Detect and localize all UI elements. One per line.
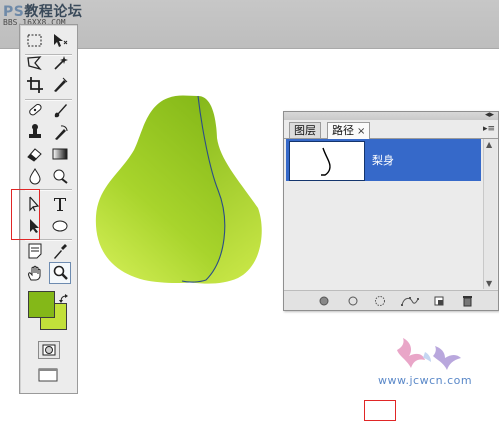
site-watermark: www.jcwcn.com [378,374,473,387]
gradient-tool[interactable] [49,143,71,165]
new-path-icon [434,296,443,305]
panel-collapse-icon[interactable]: ◂▸ [485,110,494,120]
screen-mode-icon [38,368,58,382]
eraser-tool[interactable] [24,143,46,165]
zoom-tool[interactable] [49,262,71,284]
quick-mask-button[interactable] [38,341,60,359]
tab-paths[interactable]: 路径 × [327,122,371,139]
path-thumbnail [289,141,365,181]
path-name: 梨身 [372,154,394,167]
scroll-down-icon[interactable]: ▼ [486,279,492,288]
brush-tool[interactable] [49,99,71,121]
panel-bottom-bar [284,290,498,310]
path-thumbnail-shape [321,147,331,176]
clone-stamp-tool[interactable] [24,121,46,143]
birds-watermark-graphic [397,338,461,370]
path-row[interactable]: 梨身 [286,139,481,181]
fill-path-icon [319,296,328,305]
pear-artwork [95,95,262,284]
highlight-load-selection-button [364,400,396,421]
delete-path-button[interactable] [459,293,474,308]
new-path-button[interactable] [431,293,446,308]
panel-tabs: 图层 路径 × [284,120,498,139]
make-work-path-icon [401,296,419,306]
panel-scrollbar[interactable]: ▲ ▼ [483,139,497,289]
panel-header: ◂▸ [284,110,498,120]
slice-tool[interactable] [49,74,71,96]
panel-menu-icon[interactable]: ▸≡ [483,124,495,134]
scroll-up-icon[interactable]: ▲ [486,140,492,149]
history-brush-tool[interactable] [49,121,71,143]
stroke-path-button[interactable] [345,293,360,308]
rectangular-marquee-tool[interactable] [24,30,46,52]
quick-mask-icon [42,344,56,356]
screen-mode-button[interactable] [38,367,60,383]
blur-tool[interactable] [24,165,46,187]
paths-panel: ◂▸ 图层 路径 × ▸≡ 梨身 ▲ ▼ [283,110,499,421]
dodge-tool[interactable] [49,165,71,187]
highlight-path-tools [11,189,40,240]
make-work-path-button[interactable] [400,293,420,308]
tab-layers-label: 图层 [294,124,316,137]
type-tool[interactable] [49,193,71,215]
fill-path-button[interactable] [316,293,331,308]
foreground-color-swatch[interactable] [28,291,55,318]
tab-paths-label: 路径 [332,124,354,137]
trash-icon [462,295,472,306]
move-tool[interactable] [49,30,71,52]
tab-close-icon[interactable]: × [357,126,365,137]
load-selection-icon [374,295,385,306]
hand-tool[interactable] [24,262,46,284]
magic-wand-tool[interactable] [49,52,71,74]
load-path-as-selection-button[interactable] [372,293,387,308]
stroke-path-icon [348,296,357,305]
lasso-tool[interactable] [24,52,46,74]
crop-tool[interactable] [24,74,46,96]
eyedropper-tool[interactable] [49,240,71,262]
tab-layers[interactable]: 图层 [289,122,321,138]
ellipse-shape-tool[interactable] [49,215,71,237]
notes-tool[interactable] [24,240,46,262]
healing-brush-tool[interactable] [24,99,46,121]
